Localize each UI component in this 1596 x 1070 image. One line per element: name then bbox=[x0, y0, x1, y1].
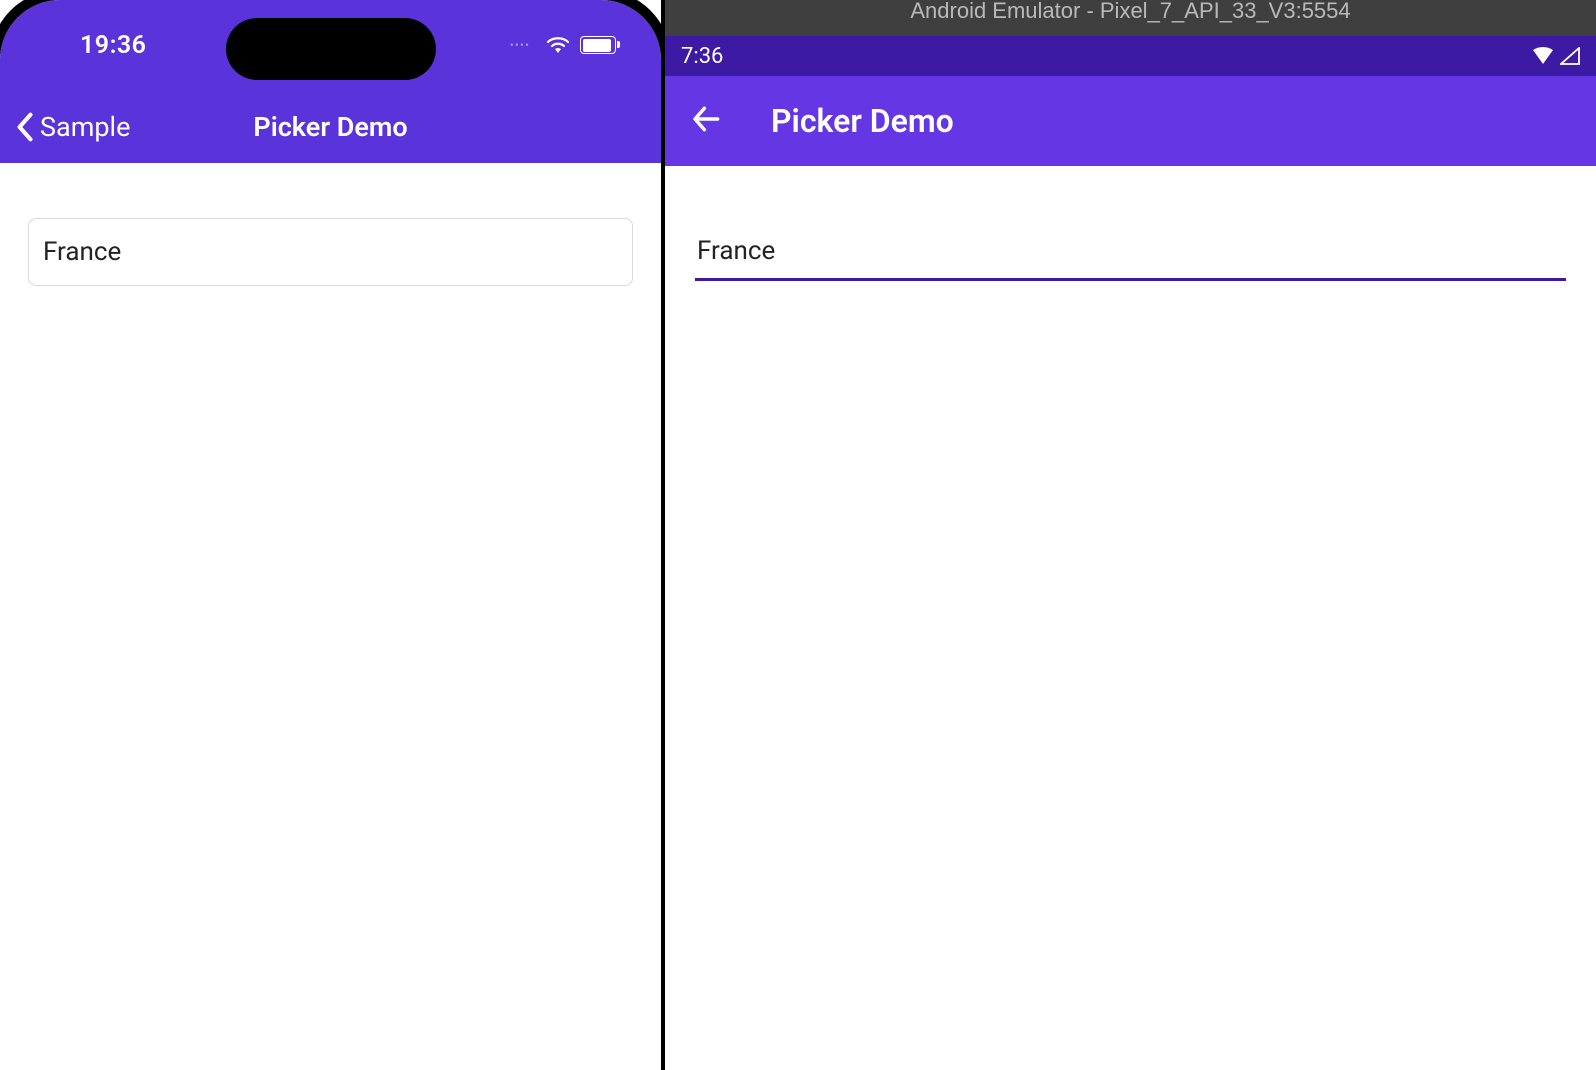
chevron-left-icon bbox=[14, 112, 36, 142]
cellular-signal-icon bbox=[1560, 47, 1580, 65]
battery-fill bbox=[583, 39, 611, 52]
emulator-titlebar: Android Emulator - Pixel_7_API_33_V3:555… bbox=[665, 0, 1596, 36]
wifi-icon bbox=[546, 35, 570, 55]
country-picker[interactable]: France bbox=[695, 228, 1566, 281]
android-content: France bbox=[665, 166, 1596, 343]
android-clock: 7:36 bbox=[681, 44, 723, 69]
picker-selected-value: France bbox=[43, 237, 121, 267]
wifi-icon bbox=[1532, 47, 1554, 65]
page-title: Picker Demo bbox=[771, 102, 954, 140]
dynamic-island bbox=[226, 18, 436, 80]
ios-simulator-panel: 19:36 •••• Sample Picke bbox=[0, 0, 661, 1070]
ios-status-bar: 19:36 •••• bbox=[0, 0, 661, 90]
back-button[interactable] bbox=[691, 103, 723, 139]
ios-content: France bbox=[0, 163, 661, 341]
android-appbar: Picker Demo bbox=[665, 76, 1596, 166]
android-status-icons bbox=[1532, 47, 1580, 65]
arrow-left-icon bbox=[691, 103, 723, 135]
ios-status-icons: •••• bbox=[510, 35, 616, 55]
back-button[interactable]: Sample bbox=[14, 111, 130, 143]
ios-clock: 19:36 bbox=[80, 31, 146, 60]
battery-icon bbox=[580, 36, 616, 54]
ios-dots-icon: •••• bbox=[510, 38, 530, 52]
emulator-title: Android Emulator - Pixel_7_API_33_V3:555… bbox=[910, 0, 1350, 22]
android-status-bar: 7:36 bbox=[665, 36, 1596, 76]
ios-device-frame: 19:36 •••• Sample Picke bbox=[0, 0, 661, 1070]
country-picker[interactable]: France bbox=[28, 218, 633, 286]
android-emulator-panel: Android Emulator - Pixel_7_API_33_V3:555… bbox=[661, 0, 1596, 1070]
page-title: Picker Demo bbox=[253, 111, 407, 143]
ios-navbar: Sample Picker Demo bbox=[0, 90, 661, 163]
picker-selected-value: France bbox=[697, 236, 775, 266]
back-label: Sample bbox=[40, 111, 130, 143]
